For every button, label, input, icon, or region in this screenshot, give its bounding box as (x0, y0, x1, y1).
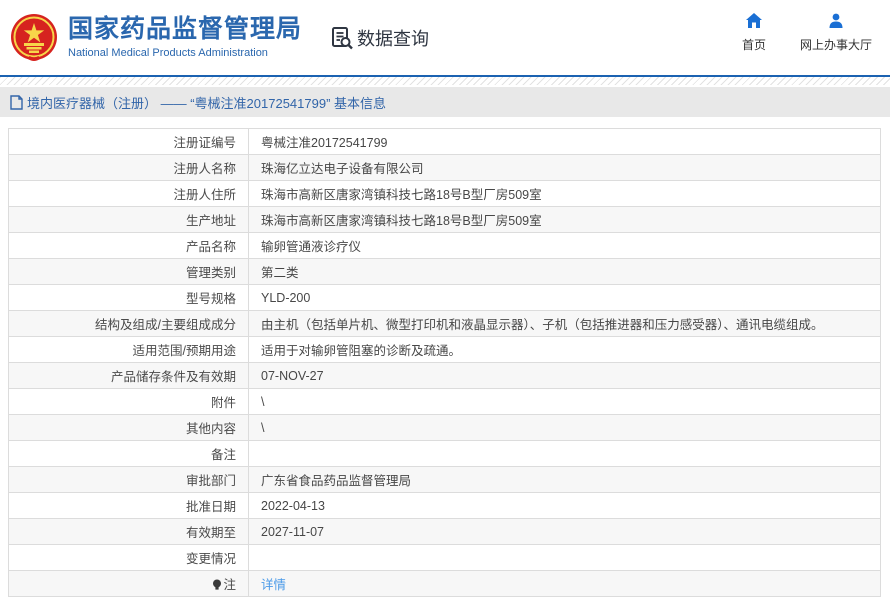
row-label: 变更情况 (8, 544, 249, 571)
row-value: 详情 (248, 570, 881, 597)
nmpa-logo: 国家药品监督管理局 National Medical Products Admi… (0, 13, 302, 63)
nav-home-label: 首页 (741, 38, 766, 52)
row-label: 型号规格 (8, 284, 249, 311)
table-row: 注册人住所 珠海市高新区唐家湾镇科技七路18号B型厂房509室 (8, 180, 881, 207)
row-label: 注册人住所 (8, 180, 249, 207)
table-row: 结构及组成/主要组成成分 由主机（包括单片机、微型打印机和液晶显示器）、子机（包括… (8, 310, 881, 337)
row-label: 批准日期 (8, 492, 249, 519)
page-doc-icon (10, 94, 23, 110)
table-row: 有效期至 2027-11-07 (8, 518, 881, 545)
row-value: 适用于对输卵管阻塞的诊断及疏通。 (248, 336, 881, 363)
row-value: 广东省食品药品监督管理局 (248, 466, 881, 493)
row-value: 2027-11-07 (248, 518, 881, 545)
breadcrumb: 境内医疗器械（注册） —— “粤械注准20172541799” 基本信息 (0, 87, 890, 117)
detail-link[interactable]: 详情 (261, 578, 286, 592)
table-row: 注详情 (8, 570, 881, 597)
registration-info-table: 注册证编号 粤械注准20172541799 注册人名称 珠海亿立达电子设备有限公司 注册… (8, 128, 881, 597)
nav-service-hall[interactable]: 网上办事大厅 (800, 12, 872, 53)
nav-data-query-label: 数据查询 (357, 28, 430, 49)
row-label: 产品名称 (8, 232, 249, 259)
row-label: 审批部门 (8, 466, 249, 493)
row-value: YLD-200 (248, 284, 881, 311)
person-icon (829, 13, 843, 28)
row-value: 2022-04-13 (248, 492, 881, 519)
row-value: 珠海市高新区唐家湾镇科技七路18号B型厂房509室 (248, 206, 881, 233)
row-label: 产品储存条件及有效期 (8, 362, 249, 389)
row-label: 适用范围/预期用途 (8, 336, 249, 363)
site-title-en: National Medical Products Administration (68, 46, 268, 59)
row-label: 注 (8, 570, 249, 597)
table-row: 变更情况 (8, 544, 881, 571)
table-row: 生产地址 珠海市高新区唐家湾镇科技七路18号B型厂房509室 (8, 206, 881, 233)
table-row: 适用范围/预期用途 适用于对输卵管阻塞的诊断及疏通。 (8, 336, 881, 363)
row-value: 粤械注准20172541799 (248, 128, 881, 155)
hatch-stripe-band (0, 77, 890, 85)
table-row: 附件 \ (8, 388, 881, 415)
table-row: 备注 (8, 440, 881, 467)
row-label: 有效期至 (8, 518, 249, 545)
row-value (248, 440, 881, 467)
row-value: 珠海市高新区唐家湾镇科技七路18号B型厂房509室 (248, 180, 881, 207)
page-header: 国家药品监督管理局 National Medical Products Admi… (0, 0, 890, 75)
site-title-cn: 国家药品监督管理局 (68, 15, 303, 44)
row-value: 07-NOV-27 (248, 362, 881, 389)
row-value: 由主机（包括单片机、微型打印机和液晶显示器）、子机（包括推进器和压力感受器）、通… (248, 310, 881, 337)
breadcrumb-text: 境内医疗器械（注册） —— “粤械注准20172541799” 基本信息 (27, 95, 387, 111)
row-label: 管理类别 (8, 258, 249, 285)
row-label: 附件 (8, 388, 249, 415)
row-label: 备注 (8, 440, 249, 467)
table-row: 其他内容 \ (8, 414, 881, 441)
nav-home[interactable]: 首页 (742, 12, 766, 53)
registration-info-table-wrap: 注册证编号 粤械注准20172541799 注册人名称 珠海亿立达电子设备有限公司 注册… (8, 128, 882, 597)
table-row: 批准日期 2022-04-13 (8, 492, 881, 519)
national-emblem-icon (11, 13, 57, 61)
home-icon (745, 13, 762, 28)
row-label: 注册人名称 (8, 154, 249, 181)
row-value (248, 544, 881, 571)
note-bulb-icon (213, 579, 222, 590)
row-value: 珠海亿立达电子设备有限公司 (248, 154, 881, 181)
nav-service-hall-label: 网上办事大厅 (799, 38, 872, 52)
row-label: 结构及组成/主要组成成分 (8, 310, 249, 337)
table-row: 管理类别 第二类 (8, 258, 881, 285)
row-value: 第二类 (248, 258, 881, 285)
row-label: 其他内容 (8, 414, 249, 441)
table-row: 型号规格 YLD-200 (8, 284, 881, 311)
row-label: 注册证编号 (8, 128, 249, 155)
row-value: \ (248, 388, 881, 415)
document-search-icon (332, 26, 353, 49)
table-row: 审批部门 广东省食品药品监督管理局 (8, 466, 881, 493)
table-row: 注册人名称 珠海亿立达电子设备有限公司 (8, 154, 881, 181)
row-label: 生产地址 (8, 206, 249, 233)
nav-data-query[interactable]: 数据查询 (330, 25, 429, 51)
row-value: 输卵管通液诊疗仪 (248, 232, 881, 259)
table-row: 注册证编号 粤械注准20172541799 (8, 128, 881, 155)
table-row: 产品名称 输卵管通液诊疗仪 (8, 232, 881, 259)
row-value: \ (248, 414, 881, 441)
table-row: 产品储存条件及有效期 07-NOV-27 (8, 362, 881, 389)
